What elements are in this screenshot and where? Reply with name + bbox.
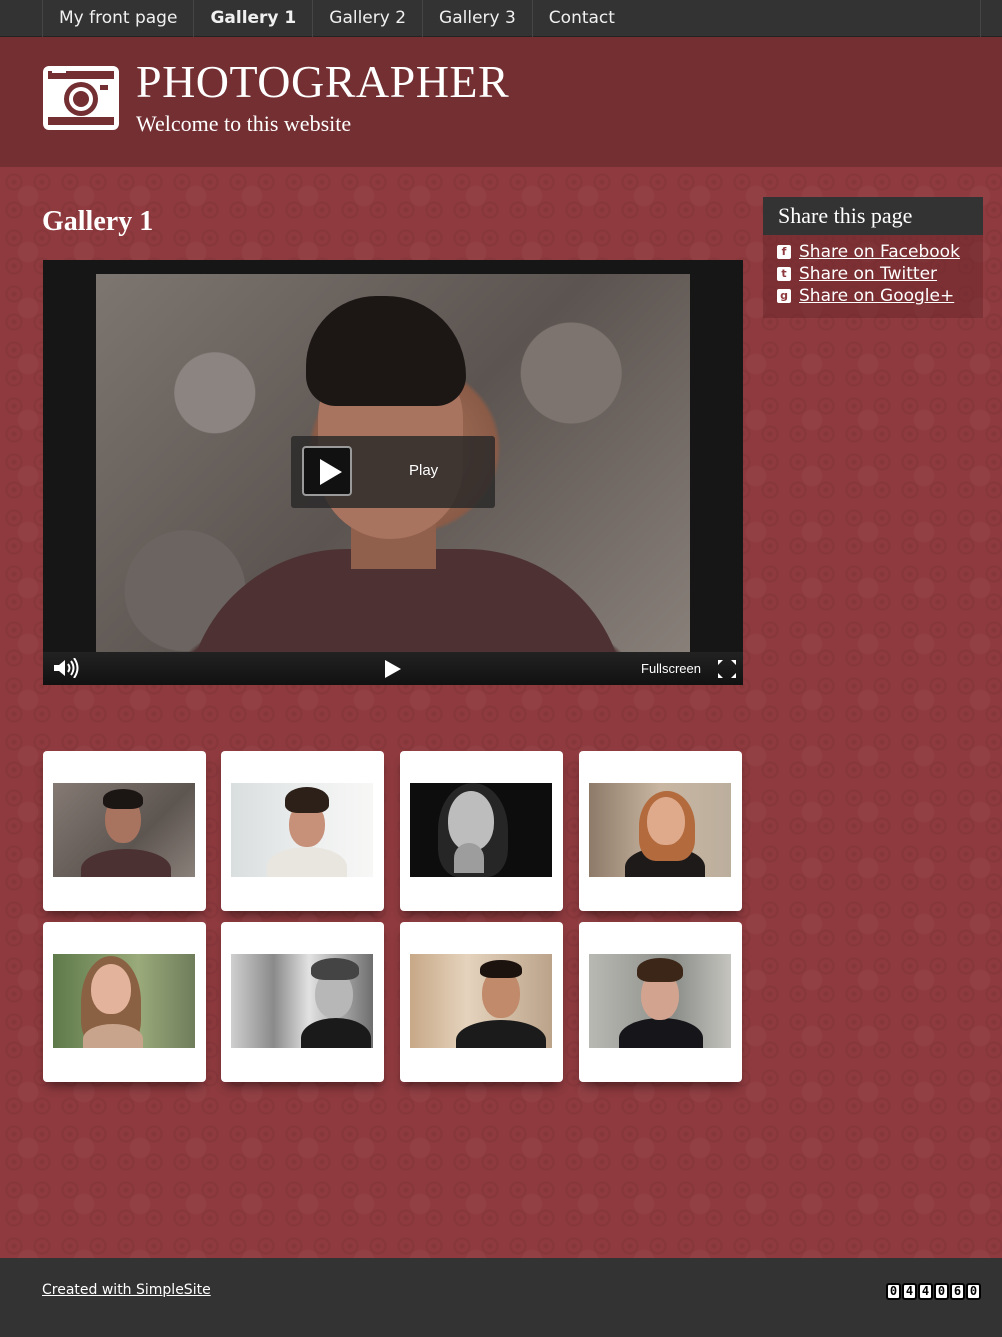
thumb-image (410, 783, 552, 877)
nav-item-gallery-3[interactable]: Gallery 3 (422, 0, 532, 37)
thumb-image (589, 783, 731, 877)
nav-item-gallery-2[interactable]: Gallery 2 (312, 0, 422, 37)
counter-digit: 0 (966, 1283, 981, 1300)
play-overlay-button[interactable]: Play (291, 436, 495, 508)
counter-digit: 0 (886, 1283, 901, 1300)
site-title[interactable]: PHOTOGRAPHER (136, 55, 509, 108)
gallery-thumb-8[interactable] (579, 922, 742, 1082)
counter-digit: 6 (950, 1283, 965, 1300)
thumb-image (53, 783, 195, 877)
counter-digit: 4 (918, 1283, 933, 1300)
facebook-icon: f (777, 245, 791, 259)
share-twitter[interactable]: t Share on Twitter (777, 263, 983, 285)
nav-item-gallery-1[interactable]: Gallery 1 (193, 0, 312, 37)
thumb-image (231, 783, 373, 877)
gallery-thumb-2[interactable] (221, 751, 384, 911)
site-header: PHOTOGRAPHER Welcome to this website (0, 37, 1002, 167)
control-play-icon[interactable] (385, 660, 401, 678)
gallery-thumb-6[interactable] (221, 922, 384, 1082)
fullscreen-label[interactable]: Fullscreen (641, 661, 701, 676)
fullscreen-icon[interactable] (717, 659, 737, 679)
share-facebook-link[interactable]: Share on Facebook (799, 242, 960, 262)
thumb-image (53, 954, 195, 1048)
nav-list: My front page Gallery 1 Gallery 2 Galler… (42, 0, 631, 37)
share-box: Share this page f Share on Facebook t Sh… (763, 197, 983, 318)
counter-digit: 0 (934, 1283, 949, 1300)
gallery-thumb-5[interactable] (43, 922, 206, 1082)
poster-hair (306, 296, 466, 406)
camera-icon[interactable] (42, 65, 120, 131)
gallery-thumb-1[interactable] (43, 751, 206, 911)
top-navigation: My front page Gallery 1 Gallery 2 Galler… (0, 0, 1002, 37)
play-icon[interactable] (302, 446, 352, 496)
thumb-image (589, 954, 731, 1048)
share-title: Share this page (763, 197, 983, 235)
googleplus-icon: g (777, 289, 791, 303)
counter-digit: 4 (902, 1283, 917, 1300)
gallery-thumb-4[interactable] (579, 751, 742, 911)
nav-item-contact[interactable]: Contact (531, 0, 631, 37)
nav-divider (980, 0, 981, 37)
video-controls: Fullscreen (43, 652, 743, 685)
share-twitter-link[interactable]: Share on Twitter (799, 264, 937, 284)
share-facebook[interactable]: f Share on Facebook (777, 241, 983, 263)
site-footer: Created with SimpleSite 0 4 4 0 6 0 (0, 1258, 1002, 1337)
thumb-image (410, 954, 552, 1048)
video-player[interactable]: Play Fullscreen (43, 260, 743, 685)
nav-item-front-page[interactable]: My front page (42, 0, 193, 37)
visitor-counter: 0 4 4 0 6 0 (886, 1283, 982, 1300)
twitter-icon: t (777, 267, 791, 281)
share-googleplus[interactable]: g Share on Google+ (777, 285, 983, 307)
share-googleplus-link[interactable]: Share on Google+ (799, 286, 954, 306)
simplesite-credit-link[interactable]: Created with SimpleSite (42, 1282, 211, 1298)
gallery-thumb-3[interactable] (400, 751, 563, 911)
share-links: f Share on Facebook t Share on Twitter g… (763, 235, 983, 307)
gallery-thumb-7[interactable] (400, 922, 563, 1082)
page-title: Gallery 1 (42, 206, 154, 237)
play-label: Play (409, 462, 439, 479)
site-subtitle: Welcome to this website (136, 111, 352, 136)
thumb-image (231, 954, 373, 1048)
volume-icon[interactable] (53, 657, 79, 679)
